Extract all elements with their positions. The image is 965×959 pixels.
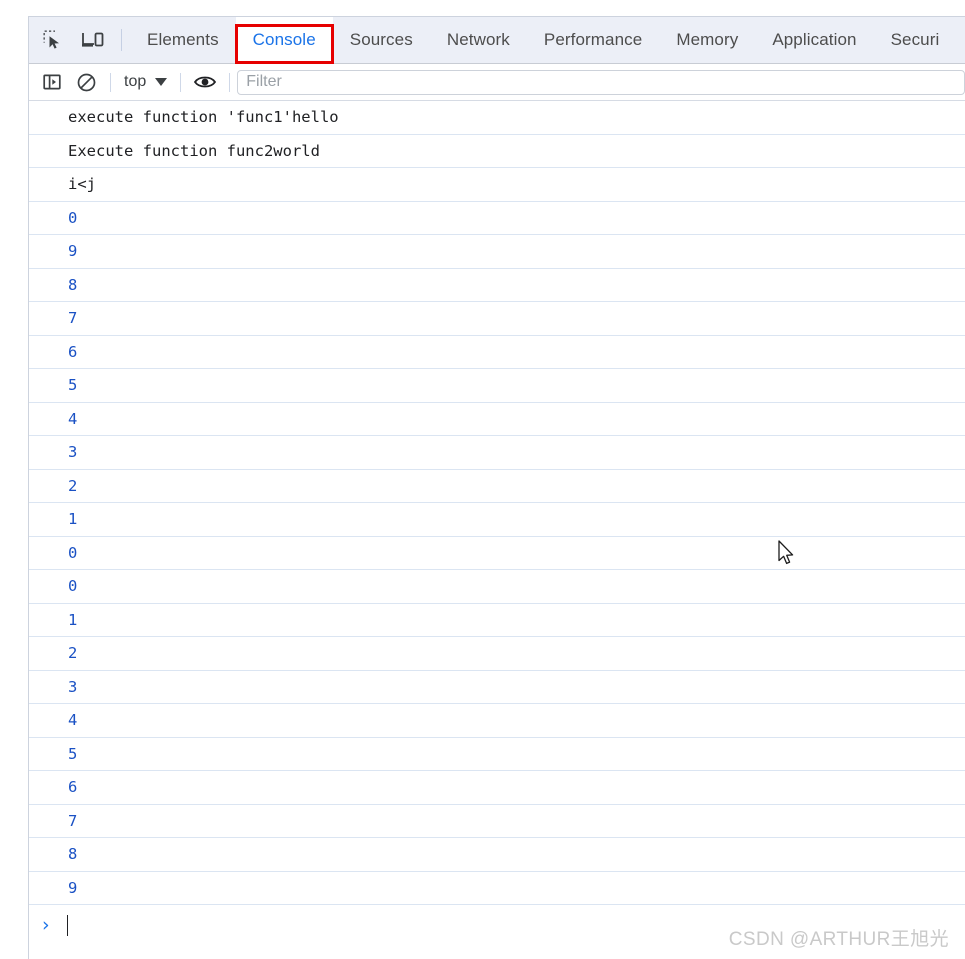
- console-message-row[interactable]: 3: [29, 671, 965, 704]
- tab-elements[interactable]: Elements: [130, 17, 236, 64]
- tab-memory[interactable]: Memory: [659, 17, 755, 64]
- console-message-row[interactable]: 4: [29, 704, 965, 738]
- console-message-row[interactable]: 0: [29, 570, 965, 604]
- console-message-row[interactable]: 9: [29, 872, 965, 905]
- toolbar-divider-2: [180, 72, 182, 92]
- console-message-row[interactable]: 8: [29, 269, 965, 302]
- console-message-row[interactable]: 0: [29, 537, 965, 570]
- console-message-list[interactable]: execute function 'func1'hello Execute fu…: [29, 101, 965, 959]
- clear-console-icon[interactable]: [69, 67, 103, 97]
- toolbar-divider-3: [229, 72, 231, 92]
- console-message-row[interactable]: 5: [29, 369, 965, 403]
- console-message-row[interactable]: 5: [29, 738, 965, 771]
- console-message-row[interactable]: 7: [29, 302, 965, 336]
- tabbar-divider: [121, 29, 122, 51]
- js-context-selector[interactable]: top: [118, 69, 173, 95]
- devtools-panel: Elements Console Sources Network Perform…: [28, 16, 965, 959]
- tab-network[interactable]: Network: [430, 17, 527, 64]
- inspect-element-icon[interactable]: [33, 20, 73, 60]
- console-message-row[interactable]: 1: [29, 604, 965, 637]
- tab-console[interactable]: Console: [235, 17, 333, 64]
- console-message-row[interactable]: 8: [29, 838, 965, 872]
- devtools-tab-list: Elements Console Sources Network Perform…: [130, 17, 956, 64]
- filter-container: [237, 69, 965, 95]
- tab-application[interactable]: Application: [755, 17, 873, 64]
- console-message-row[interactable]: 6: [29, 771, 965, 805]
- tab-sources[interactable]: Sources: [333, 17, 430, 64]
- console-sidebar-icon[interactable]: [35, 67, 69, 97]
- console-message-row[interactable]: Execute function func2world: [29, 135, 965, 168]
- console-toolbar: top: [29, 64, 965, 101]
- device-toolbar-icon[interactable]: [73, 20, 113, 60]
- screen-root: Elements Console Sources Network Perform…: [0, 0, 965, 959]
- live-expression-eye-icon[interactable]: [188, 67, 222, 97]
- console-prompt-row[interactable]: ›: [29, 905, 965, 945]
- console-message-row[interactable]: 7: [29, 805, 965, 838]
- console-message-row[interactable]: i<j: [29, 168, 965, 202]
- console-message-row[interactable]: 0: [29, 202, 965, 235]
- console-message-row[interactable]: execute function 'func1'hello: [29, 101, 965, 135]
- console-message-row[interactable]: 9: [29, 235, 965, 269]
- console-message-row[interactable]: 3: [29, 436, 965, 470]
- console-message-row[interactable]: 6: [29, 336, 965, 369]
- devtools-tabbar: Elements Console Sources Network Perform…: [29, 17, 965, 64]
- toolbar-divider-1: [110, 72, 111, 92]
- tab-security[interactable]: Securi: [874, 17, 957, 64]
- console-message-row[interactable]: 2: [29, 637, 965, 671]
- prompt-chevron-icon: ›: [42, 913, 50, 936]
- console-message-row[interactable]: 4: [29, 403, 965, 436]
- console-message-row[interactable]: 1: [29, 503, 965, 537]
- js-context-value: top: [124, 73, 147, 90]
- prompt-text-caret: [67, 914, 68, 936]
- tab-performance[interactable]: Performance: [527, 17, 659, 64]
- filter-input[interactable]: [237, 69, 965, 95]
- console-message-row[interactable]: 2: [29, 470, 965, 503]
- chevron-down-icon: [155, 78, 168, 86]
